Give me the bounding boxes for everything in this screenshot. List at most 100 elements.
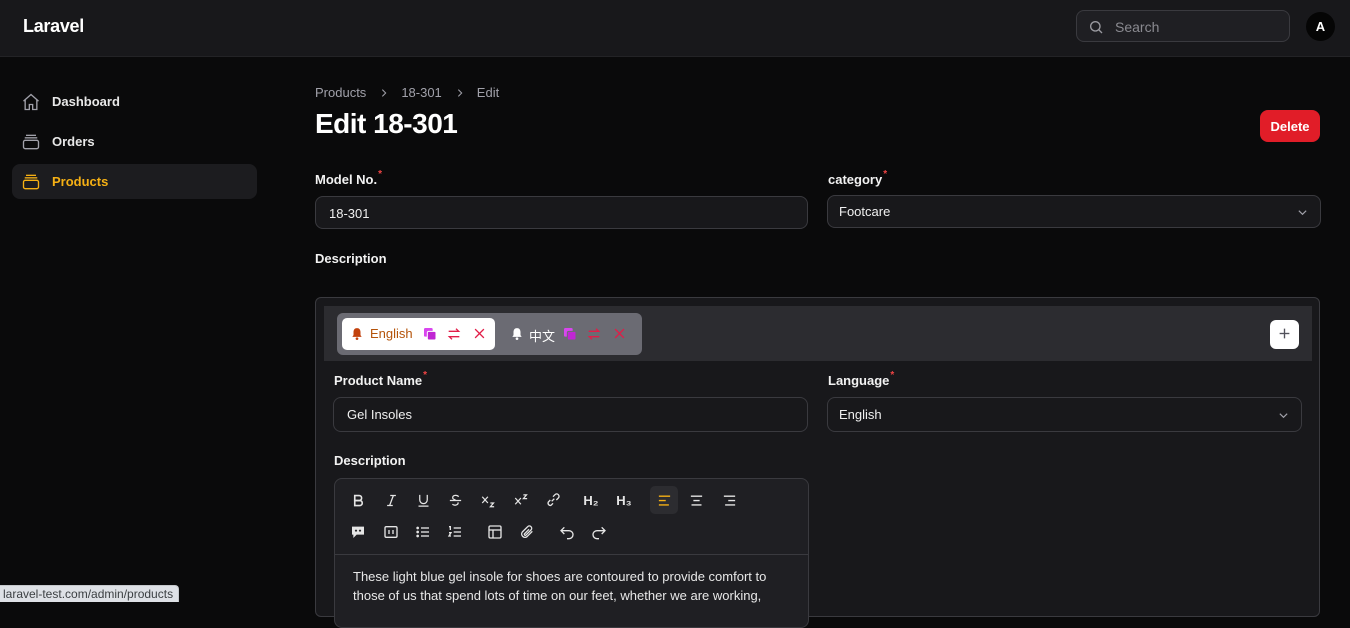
required-marker: * [890, 370, 895, 381]
undo-button[interactable] [554, 519, 580, 545]
language-label: Language* [828, 370, 895, 388]
code-block-button[interactable] [378, 519, 404, 545]
delete-button[interactable]: Delete [1260, 110, 1320, 142]
arrows-right-left-icon[interactable] [446, 326, 462, 342]
search-input[interactable] [1113, 11, 1287, 43]
tab-english[interactable]: English [342, 318, 495, 350]
inbox-stack-icon [22, 134, 40, 150]
strikethrough-button[interactable] [442, 487, 468, 513]
underline-icon [418, 494, 428, 507]
sidebar-item-label: Orders [52, 134, 95, 149]
breadcrumb-record[interactable]: 18-301 [401, 85, 441, 100]
add-translation-button[interactable] [1270, 320, 1299, 349]
language-value: English [839, 407, 882, 422]
bold-icon [353, 494, 363, 506]
undo-icon [560, 526, 574, 540]
code-block-icon [384, 526, 398, 538]
breadcrumb-edit: Edit [476, 85, 500, 100]
editor-content[interactable]: These light blue gel insole for shoes ar… [353, 567, 793, 605]
h3-icon: H₃ [616, 492, 632, 508]
strikethrough-icon [449, 494, 461, 506]
close-icon[interactable] [612, 326, 627, 341]
redo-button[interactable] [586, 519, 612, 545]
superscript-icon [514, 493, 528, 505]
paperclip-icon [521, 525, 533, 538]
toolbar-divider [335, 554, 808, 555]
redo-icon [592, 526, 606, 540]
product-name-field[interactable] [333, 397, 808, 432]
category-select[interactable]: Footcare [827, 195, 1321, 228]
category-value: Footcare [839, 204, 891, 219]
bullet-list-icon [416, 526, 429, 538]
arrows-right-left-icon[interactable] [586, 326, 602, 342]
brand-logo[interactable]: Laravel [23, 16, 84, 37]
align-center-icon [690, 494, 702, 506]
bullet-list-button[interactable] [410, 519, 436, 545]
chevron-down-icon [1279, 413, 1288, 419]
table-button[interactable] [482, 519, 508, 545]
align-right-icon [723, 494, 735, 506]
required-marker: * [423, 370, 428, 381]
align-center-button[interactable] [683, 487, 709, 513]
tab-chinese[interactable]: 中文 [502, 318, 640, 350]
language-select[interactable]: English [827, 397, 1302, 432]
bold-button[interactable] [345, 487, 371, 513]
align-right-button[interactable] [716, 487, 742, 513]
sidebar-item-orders[interactable]: Orders [12, 124, 257, 159]
page-title: Edit 18-301 [315, 108, 458, 139]
product-name-label: Product Name* [334, 370, 428, 388]
breadcrumb-products[interactable]: Products [315, 85, 366, 100]
blockquote-icon [352, 526, 364, 538]
plus-icon [1279, 328, 1290, 338]
ordered-list-icon [447, 526, 461, 537]
subscript-button[interactable] [475, 487, 501, 513]
link-icon [547, 493, 560, 507]
home-icon [23, 93, 39, 111]
align-left-button[interactable] [650, 486, 678, 514]
top-bar: Laravel A [0, 0, 1350, 57]
required-marker: * [883, 169, 888, 180]
heading-2-button[interactable]: H₂ [578, 487, 604, 513]
tab-label: English [370, 326, 413, 341]
chevron-right-icon [379, 88, 389, 98]
chevron-down-icon [1298, 210, 1307, 216]
copy-icon[interactable] [562, 326, 578, 342]
close-icon[interactable] [472, 326, 487, 341]
chevron-right-icon [455, 88, 465, 98]
link-button[interactable] [540, 487, 566, 513]
bell-icon [352, 328, 362, 341]
italic-button[interactable] [378, 487, 404, 513]
model-no-label: Model No.* [315, 169, 383, 187]
tab-label: 中文 [529, 329, 556, 344]
category-label: category* [828, 169, 888, 187]
sidebar-item-label: Products [52, 174, 109, 189]
copy-icon[interactable] [422, 326, 438, 342]
model-no-field[interactable] [315, 196, 808, 230]
align-left-icon [658, 494, 670, 506]
description-label: Description [315, 251, 387, 266]
sidebar-item-dashboard[interactable]: Dashboard [12, 84, 257, 119]
model-no-input[interactable] [327, 197, 773, 230]
h2-icon: H₂ [583, 492, 599, 508]
underline-button[interactable] [410, 487, 436, 513]
breadcrumb: Products 18-301 Edit [315, 85, 499, 100]
translation-description-label: Description [334, 453, 406, 468]
blockquote-button[interactable] [345, 519, 371, 545]
superscript-button[interactable] [508, 487, 534, 513]
subscript-icon [481, 495, 495, 507]
heading-3-button[interactable]: H₃ [611, 487, 637, 513]
sidebar-item-products[interactable]: Products [12, 164, 257, 199]
table-icon [488, 525, 502, 539]
search-box[interactable] [1076, 10, 1290, 43]
rich-text-editor[interactable]: H₂ H₃ These light blue gel insole for sh… [334, 478, 809, 628]
user-avatar[interactable]: A [1306, 12, 1335, 41]
ordered-list-button[interactable] [442, 519, 468, 545]
archive-box-icon [22, 174, 40, 190]
search-icon [1090, 21, 1103, 34]
required-marker: * [378, 169, 383, 180]
sidebar-item-label: Dashboard [52, 94, 120, 109]
product-name-input[interactable] [345, 398, 775, 431]
bell-icon [512, 328, 522, 341]
attach-files-button[interactable] [514, 519, 540, 545]
translation-tabs: English 中文 [337, 313, 642, 355]
